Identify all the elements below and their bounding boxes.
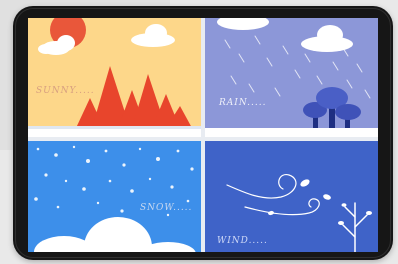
horizon bbox=[28, 126, 201, 129]
tablet-frame: SUNNY..... RAIN..... SNOW..... WIND..... bbox=[13, 6, 393, 260]
tablet-screen: SUNNY..... RAIN..... SNOW..... WIND..... bbox=[28, 18, 378, 252]
wind-tile: WIND..... bbox=[205, 141, 378, 252]
rain-caption: RAIN..... bbox=[219, 98, 267, 108]
sunny-illustration bbox=[28, 18, 201, 137]
snow-caption: SNOW..... bbox=[140, 203, 193, 213]
snow-illustration bbox=[28, 141, 201, 252]
ground bbox=[28, 128, 201, 137]
wind-caption: WIND..... bbox=[217, 236, 268, 246]
rain-tile: RAIN..... bbox=[205, 18, 378, 137]
sunny-caption: SUNNY..... bbox=[36, 86, 95, 96]
snow-tile: SNOW..... bbox=[28, 141, 201, 252]
ground bbox=[205, 128, 378, 137]
sunny-tile: SUNNY..... bbox=[28, 18, 201, 137]
rain-illustration bbox=[205, 18, 378, 137]
